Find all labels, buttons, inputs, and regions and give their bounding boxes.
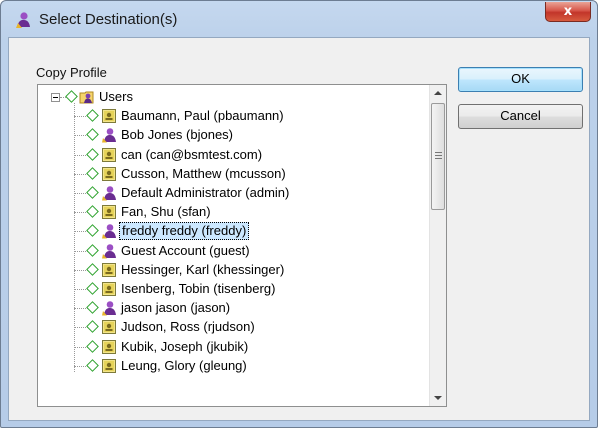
green-diamond-icon[interactable] bbox=[86, 205, 99, 219]
tree-item-label: Guest Account (guest) bbox=[121, 242, 250, 258]
title-bar[interactable]: Select Destination(s) x bbox=[1, 1, 597, 37]
green-diamond-icon[interactable] bbox=[86, 109, 99, 123]
tree-item[interactable]: Bob Jones (bjones) bbox=[38, 125, 430, 145]
tree-item-label: freddy freddy (freddy) bbox=[119, 222, 250, 241]
copy-profile-label: Copy Profile bbox=[36, 65, 107, 80]
tree-item[interactable]: can (can@bsmtest.com) bbox=[38, 145, 430, 165]
green-diamond-icon[interactable] bbox=[86, 166, 99, 180]
green-diamond-icon[interactable] bbox=[86, 301, 99, 315]
window-title: Select Destination(s) bbox=[39, 11, 178, 28]
contact-card-icon bbox=[101, 147, 117, 163]
tree-item-label: Baumann, Paul (pbaumann) bbox=[121, 108, 284, 124]
green-diamond-icon[interactable] bbox=[65, 90, 78, 103]
user-icon bbox=[101, 223, 117, 239]
grip-line bbox=[435, 155, 442, 156]
contact-card-icon bbox=[101, 281, 117, 297]
user-icon bbox=[101, 243, 117, 259]
tree-item[interactable]: Hessinger, Karl (khessinger) bbox=[38, 260, 430, 280]
tree-item[interactable]: Baumann, Paul (pbaumann) bbox=[38, 106, 430, 126]
user-profile-icon bbox=[16, 12, 30, 28]
dialog-body: Copy Profile Users Baumann, Paul (pbauman… bbox=[8, 37, 590, 421]
user-icon bbox=[101, 127, 117, 143]
tree-item[interactable]: Default Administrator (admin) bbox=[38, 183, 430, 203]
dialog-window: Select Destination(s) x Copy Profile Use… bbox=[0, 0, 598, 428]
tree-item[interactable]: jason jason (jason) bbox=[38, 298, 430, 318]
tree-item-label: Judson, Ross (rjudson) bbox=[121, 319, 255, 335]
green-diamond-icon[interactable] bbox=[86, 282, 99, 295]
tree-connector-line bbox=[74, 116, 88, 118]
tree-item-label: Isenberg, Tobin (tisenberg) bbox=[121, 281, 276, 296]
scroll-down-arrow-icon[interactable] bbox=[430, 389, 446, 406]
grip-line bbox=[435, 152, 442, 153]
tree-connector-line bbox=[74, 308, 88, 310]
tree-item[interactable]: Fan, Shu (sfan) bbox=[38, 202, 430, 222]
contact-card-icon bbox=[101, 358, 117, 374]
green-diamond-icon[interactable] bbox=[86, 147, 99, 161]
tree-root-label: Users bbox=[99, 89, 133, 104]
tree-item[interactable]: Leung, Glory (gleung) bbox=[38, 356, 430, 376]
tree-item-label: Cusson, Matthew (mcusson) bbox=[121, 165, 286, 181]
contact-card-icon bbox=[101, 339, 117, 355]
scroll-thumb[interactable] bbox=[431, 103, 445, 210]
contact-card-icon bbox=[101, 166, 117, 182]
tree-item-label: Hessinger, Karl (khessinger) bbox=[121, 261, 285, 277]
tree-item-label: can (can@bsmtest.com) bbox=[121, 146, 263, 162]
tree-connector-line bbox=[74, 212, 88, 214]
tree-connector-line bbox=[74, 327, 88, 329]
user-icon bbox=[101, 300, 117, 316]
users-tree[interactable]: Users Baumann, Paul (pbaumann) Bob Jones (… bbox=[37, 84, 447, 407]
contact-card-icon bbox=[101, 262, 117, 278]
green-diamond-icon[interactable] bbox=[86, 243, 99, 257]
users-folder-icon bbox=[79, 89, 95, 105]
ok-button[interactable]: OK bbox=[458, 67, 583, 92]
contact-card-icon bbox=[101, 319, 117, 335]
tree-item-label: Fan, Shu (sfan) bbox=[121, 204, 211, 220]
tree-connector-line bbox=[74, 231, 88, 233]
tree-item[interactable]: freddy freddy (freddy) bbox=[38, 221, 430, 241]
tree-item[interactable]: Kubik, Joseph (jkubik) bbox=[38, 337, 430, 357]
tree-item[interactable]: Guest Account (guest) bbox=[38, 241, 430, 261]
green-diamond-icon[interactable] bbox=[86, 262, 99, 276]
cancel-button[interactable]: Cancel bbox=[458, 104, 583, 129]
scroll-up-arrow-icon[interactable] bbox=[430, 85, 446, 102]
tree-root-users[interactable]: Users bbox=[38, 87, 430, 107]
green-diamond-icon[interactable] bbox=[86, 224, 99, 238]
tree-item[interactable]: Judson, Ross (rjudson) bbox=[38, 317, 430, 337]
contact-card-icon bbox=[101, 204, 117, 220]
contact-card-icon bbox=[101, 108, 117, 124]
tree-connector-line bbox=[74, 135, 88, 137]
tree-item-label: Default Administrator (admin) bbox=[121, 185, 290, 200]
tree-item[interactable]: Cusson, Matthew (mcusson) bbox=[38, 164, 430, 184]
tree-item-label: jason jason (jason) bbox=[121, 300, 231, 316]
grip-line bbox=[435, 158, 442, 159]
tree-scrollbar[interactable] bbox=[429, 85, 446, 406]
tree-item-label: Bob Jones (bjones) bbox=[121, 127, 234, 143]
tree-item[interactable]: Isenberg, Tobin (tisenberg) bbox=[38, 279, 430, 299]
green-diamond-icon[interactable] bbox=[86, 186, 99, 199]
green-diamond-icon[interactable] bbox=[86, 128, 99, 142]
green-diamond-icon[interactable] bbox=[86, 358, 99, 372]
green-diamond-icon[interactable] bbox=[86, 320, 99, 334]
tree-item-label: Leung, Glory (gleung) bbox=[121, 357, 247, 373]
user-icon bbox=[101, 185, 117, 201]
green-diamond-icon[interactable] bbox=[86, 339, 99, 353]
tree-item-label: Kubik, Joseph (jkubik) bbox=[121, 338, 249, 354]
close-icon: x bbox=[563, 4, 573, 19]
collapse-icon[interactable] bbox=[51, 93, 60, 102]
close-button[interactable]: x bbox=[545, 2, 591, 22]
